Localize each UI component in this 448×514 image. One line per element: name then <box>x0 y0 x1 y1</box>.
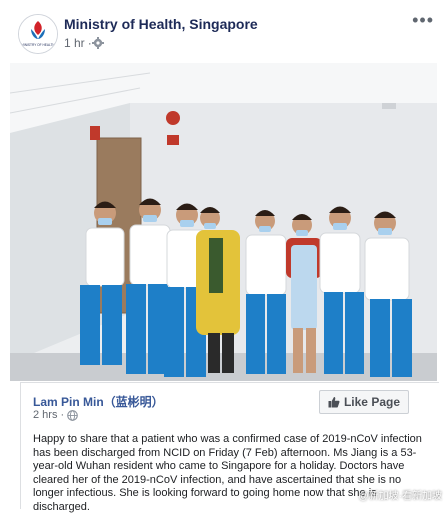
page-avatar[interactable]: MINISTRY OF HEALTH <box>18 14 58 54</box>
moh-logo-icon: MINISTRY OF HEALTH <box>19 15 57 53</box>
shared-author[interactable]: Lam Pin Min（蓝彬明） <box>33 393 164 410</box>
svg-text:MINISTRY OF HEALTH: MINISTRY OF HEALTH <box>21 43 55 47</box>
shared-meta: 2 hrs · <box>33 409 64 421</box>
post-header: MINISTRY OF HEALTH Ministry of Health, S… <box>0 0 448 62</box>
people-group-photo <box>10 63 437 381</box>
more-options-icon[interactable]: ••• <box>412 10 434 31</box>
watermark: @新加坡·看新加坡 <box>358 491 442 502</box>
shared-time[interactable]: 2 hrs <box>33 409 57 421</box>
post-photo[interactable] <box>10 63 437 381</box>
globe-icon <box>67 410 78 421</box>
post-time[interactable]: 1 hr <box>64 36 85 50</box>
like-page-button[interactable]: Like Page <box>318 390 409 414</box>
post-meta: 1 hr · <box>64 36 95 50</box>
like-page-label: Like Page <box>343 395 400 409</box>
thumbs-up-icon <box>328 397 340 408</box>
page-name[interactable]: Ministry of Health, Singapore <box>64 16 258 32</box>
separator-dot: · <box>60 409 65 421</box>
gear-icon <box>92 37 104 49</box>
